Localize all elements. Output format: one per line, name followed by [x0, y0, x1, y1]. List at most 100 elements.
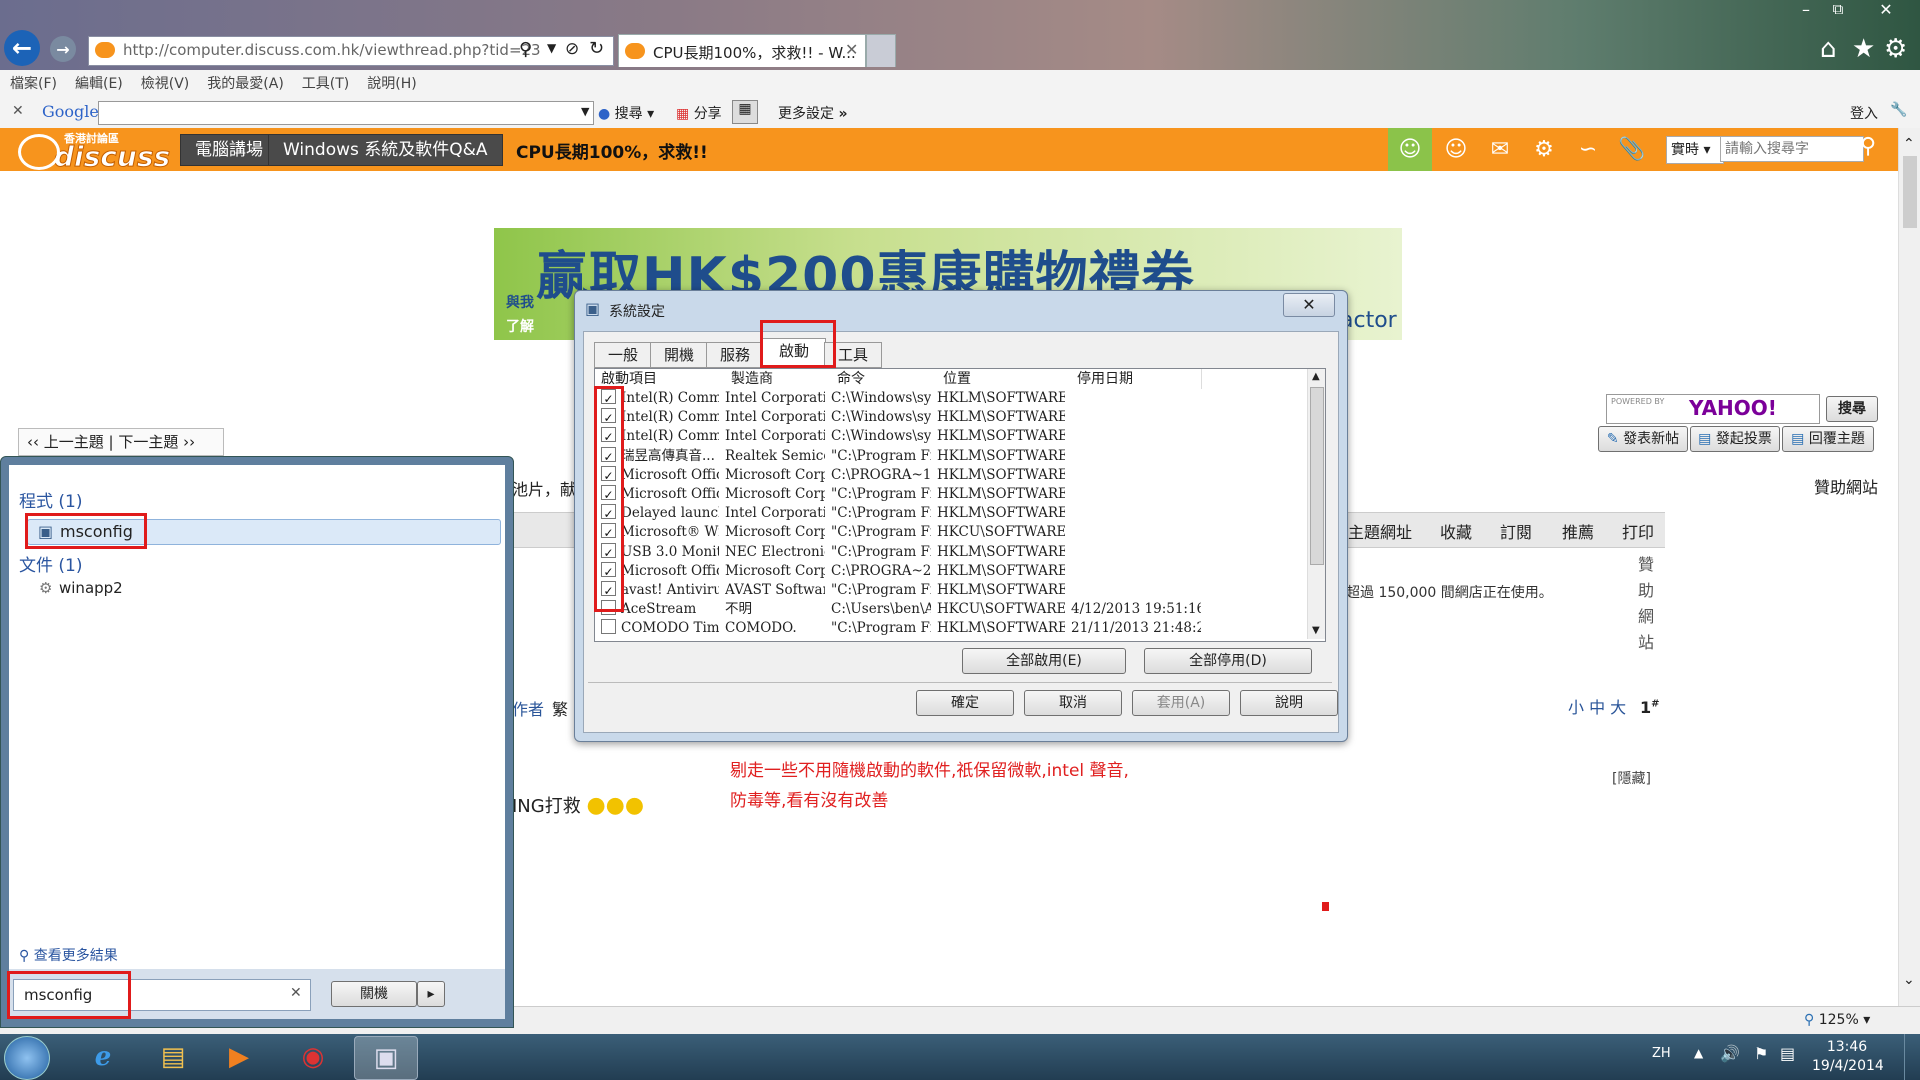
- menu-file[interactable]: 檔案(F): [10, 76, 57, 92]
- discuss-logo[interactable]: 香港討論區 discuss: [18, 130, 171, 174]
- hidden-link[interactable]: [隱藏]: [1612, 768, 1651, 788]
- tab-general[interactable]: 一般: [594, 342, 652, 368]
- scroll-down-icon[interactable]: ⌄: [1903, 972, 1915, 988]
- clear-search-icon[interactable]: ✕: [290, 985, 302, 1001]
- search-scope-select[interactable]: 實時 ▾: [1666, 136, 1724, 164]
- breadcrumb-board[interactable]: Windows 系統及軟件Q&A: [268, 134, 503, 166]
- thread-navigation[interactable]: ‹‹ 上一主題 | 下一主題 ››: [18, 428, 224, 456]
- clock[interactable]: 13:46 19/4/2014: [1812, 1038, 1884, 1076]
- action-favorite[interactable]: 收藏: [1440, 519, 1472, 543]
- refresh-icon[interactable]: ↻: [589, 38, 604, 59]
- file-result-winapp2[interactable]: ⚙ winapp2: [27, 577, 227, 601]
- favorites-star-icon[interactable]: ★: [1852, 34, 1875, 64]
- msconfig-taskbar-icon[interactable]: ▣: [354, 1036, 418, 1080]
- zoom-control[interactable]: ⚲ 125% ▾: [1804, 1012, 1870, 1028]
- menu-favorites[interactable]: 我的最愛(A): [207, 76, 284, 92]
- startup-row[interactable]: ✓Microsoft Offic...Microsoft Corpora..."…: [595, 485, 1295, 504]
- media-player-taskbar-icon[interactable]: ▶: [208, 1036, 270, 1078]
- menu-view[interactable]: 檢視(V): [141, 76, 190, 92]
- list-scrollbar[interactable]: ▲ ▼: [1307, 369, 1325, 639]
- startup-row[interactable]: ✓Microsoft Offic...Microsoft Corpora...C…: [595, 561, 1295, 581]
- address-bar[interactable]: http://computer.discuss.com.hk/viewthrea…: [88, 36, 614, 66]
- dropdown-icon[interactable]: ▼: [547, 41, 556, 55]
- forward-button[interactable]: →: [50, 36, 76, 62]
- tray-expand-icon[interactable]: ▲: [1694, 1046, 1703, 1060]
- mail-icon[interactable]: ✉: [1478, 128, 1522, 171]
- ie-taskbar-icon[interactable]: e: [72, 1036, 134, 1078]
- col-date-disabled[interactable]: 停用日期: [1071, 369, 1202, 389]
- startup-checkbox[interactable]: [601, 619, 616, 635]
- start-button[interactable]: [4, 1036, 50, 1080]
- yahoo-search-box[interactable]: POWERED BY YAHOO!: [1606, 394, 1820, 424]
- font-size-links[interactable]: 小 中 大: [1568, 694, 1626, 718]
- browser-tab-active[interactable]: CPU長期100%，求救!! - W... ✕: [618, 34, 866, 67]
- enable-all-button[interactable]: 全部啟用(E): [962, 648, 1126, 674]
- dropdown-icon[interactable]: ▼: [581, 105, 589, 118]
- rss-icon[interactable]: ∽: [1566, 128, 1610, 171]
- minimize-button[interactable]: –: [1792, 0, 1820, 20]
- breadcrumb-forum[interactable]: 電腦講場: [180, 134, 278, 166]
- menu-tools[interactable]: 工具(T): [302, 76, 349, 92]
- startup-row[interactable]: ✓USB 3.0 MonitorNEC Electronics ..."C:\P…: [595, 542, 1295, 562]
- close-button[interactable]: ✕: [1856, 0, 1916, 20]
- startup-row[interactable]: ✓Microsoft® Wi...Microsoft Corpora..."C:…: [595, 523, 1295, 542]
- tab-services[interactable]: 服務: [706, 342, 764, 368]
- network-icon[interactable]: ▤: [1780, 1044, 1795, 1063]
- list-scroll-up-icon[interactable]: ▲: [1312, 371, 1320, 382]
- startup-row[interactable]: AceStream 不明 C:\Users\ben\App... HKCU\SOFTW…: [595, 600, 1295, 619]
- sponsor-link[interactable]: 贊助網站: [1814, 474, 1878, 498]
- startup-row[interactable]: ✓瑞昱高傳真音...Realtek Semicond..."C:\Program…: [595, 446, 1295, 466]
- post-new-button[interactable]: ✎ 發表新帖: [1598, 426, 1688, 452]
- disable-all-button[interactable]: 全部停用(D): [1144, 648, 1312, 674]
- shutdown-button[interactable]: 關機: [331, 981, 417, 1007]
- home-icon[interactable]: ⌂: [1820, 34, 1837, 64]
- maximize-button[interactable]: ⧉: [1824, 0, 1852, 20]
- avatar-icon[interactable]: ☺: [1388, 128, 1432, 171]
- toolbar-close-icon[interactable]: ✕: [12, 103, 24, 119]
- login-link[interactable]: 登入: [1850, 103, 1878, 123]
- chrome-taskbar-icon[interactable]: ◉: [282, 1036, 344, 1078]
- google-search-button[interactable]: ● 搜尋 ▾: [598, 103, 654, 123]
- action-recommend[interactable]: 推薦: [1562, 519, 1594, 543]
- ok-button[interactable]: 確定: [916, 690, 1014, 716]
- reply-button[interactable]: ▤ 回覆主題: [1782, 426, 1874, 452]
- google-search-input[interactable]: ▼: [98, 101, 594, 125]
- startup-row[interactable]: ✓Microsoft Offic...Microsoft Corpora...C…: [595, 465, 1295, 485]
- startup-row[interactable]: ✓Intel(R) Comm...Intel CorporationC:\Win…: [595, 427, 1295, 446]
- dialog-close-button[interactable]: ✕: [1283, 293, 1335, 317]
- stop-icon[interactable]: ⊘: [565, 39, 579, 59]
- gear-icon[interactable]: ⚙: [1884, 34, 1907, 64]
- startup-list[interactable]: 啟動項目 製造商 命令 位置 停用日期 ✓Intel(R) Comm...Int…: [594, 368, 1326, 642]
- startup-row[interactable]: COMODO Tim... COMODO. "C:\Program Files...…: [595, 619, 1295, 638]
- language-indicator[interactable]: ZH: [1652, 1046, 1671, 1061]
- list-scroll-down-icon[interactable]: ▼: [1312, 625, 1320, 636]
- action-thread-url[interactable]: 主題網址: [1348, 519, 1412, 543]
- site-search-input[interactable]: [1720, 136, 1864, 162]
- flag-icon[interactable]: ⚑: [1754, 1044, 1768, 1063]
- tab-close-icon[interactable]: ✕: [845, 40, 858, 59]
- search-icon[interactable]: ⚲: [519, 39, 532, 60]
- cancel-button[interactable]: 取消: [1024, 690, 1122, 716]
- volume-icon[interactable]: 🔊: [1720, 1044, 1740, 1063]
- share-button[interactable]: ▦ 分享: [676, 103, 722, 123]
- user-icon[interactable]: ☺: [1434, 128, 1478, 171]
- menu-edit[interactable]: 編輯(E): [75, 76, 123, 92]
- col-command[interactable]: 命令: [831, 369, 938, 389]
- show-desktop-button[interactable]: [1904, 1034, 1920, 1080]
- sidewiki-icon[interactable]: ▦: [732, 100, 758, 124]
- action-print[interactable]: 打印: [1622, 519, 1654, 543]
- back-button[interactable]: ←: [4, 30, 40, 66]
- tab-boot[interactable]: 開機: [650, 342, 708, 368]
- site-search-icon[interactable]: ⚲: [1860, 134, 1876, 159]
- apply-button[interactable]: 套用(A): [1132, 690, 1230, 716]
- see-more-results[interactable]: ⚲ 查看更多結果: [19, 945, 118, 965]
- scroll-thumb[interactable]: [1903, 156, 1917, 228]
- startup-row[interactable]: ✓avast! AntivirusAVAST Software"C:\Progr…: [595, 581, 1295, 600]
- startup-row[interactable]: ✓Delayed launcherIntel Corporation"C:\Pr…: [595, 504, 1295, 523]
- col-location[interactable]: 位置: [937, 369, 1072, 389]
- explorer-taskbar-icon[interactable]: ▤: [142, 1036, 204, 1078]
- startup-row[interactable]: ✓Intel(R) Comm...Intel CorporationC:\Win…: [595, 408, 1295, 427]
- post-poll-button[interactable]: ▤ 發起投票: [1690, 426, 1780, 452]
- yahoo-search-button[interactable]: 搜尋: [1826, 396, 1878, 422]
- menu-help[interactable]: 說明(H): [367, 76, 416, 92]
